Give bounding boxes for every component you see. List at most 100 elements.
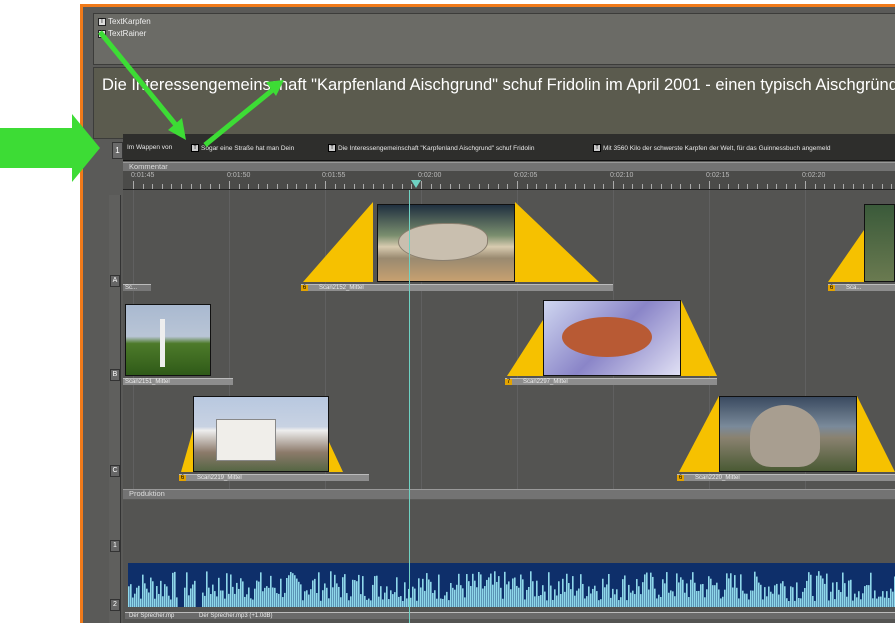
clip-bar[interactable]: Scan2151_Mittel [123,378,233,385]
fade-in-shape[interactable] [303,202,373,282]
fade-out-shape[interactable] [857,396,895,472]
waveform-bar [544,591,546,607]
waveform-bar [596,591,598,607]
waveform-bar [384,592,386,607]
ruler-tick [373,184,374,189]
waveform-bar [708,576,710,607]
waveform-bar [224,598,226,607]
waveform-bar [756,576,758,607]
waveform-bar [550,585,552,607]
waveform-bar [502,598,504,607]
clip-thumbnail-house[interactable] [193,396,329,472]
waveform-bar [812,595,814,607]
waveform-bar [876,598,878,607]
waveform-bar [638,586,640,607]
waveform-bar [676,573,678,607]
waveform-bar [528,586,530,607]
waveform-bar [634,594,636,607]
fade-in-shape[interactable] [828,230,864,282]
waveform-bar [496,581,498,607]
clip-bar[interactable]: 6 Scan2220_Mittel [677,474,895,481]
ruler-tick [593,184,595,189]
waveform-bar [216,596,218,607]
waveform-bar [560,594,562,607]
waveform-bar [346,593,348,607]
ruler-tick [632,184,634,189]
waveform-bar [512,578,514,607]
clip-thumbnail-carp-statue[interactable] [377,204,515,282]
ruler-tick [353,184,355,189]
clip-bar[interactable]: 7 Scan2297_Mittel [505,378,717,385]
waveform-bar [786,598,788,607]
text-icon: T [328,144,336,152]
playhead-marker-icon[interactable] [411,180,421,188]
waveform-bar [270,575,272,607]
waveform-bar [632,590,634,607]
ruler-tick [680,184,682,189]
waveform-bar [190,588,192,607]
clip-bar[interactable]: Sc... [123,284,151,291]
waveform-bar [594,585,596,607]
waveform-bar [760,584,762,607]
waveform-bar [406,598,408,607]
waveform-bar [332,587,334,607]
fade-in-shape[interactable] [181,430,193,472]
clip-bar[interactable]: 6 Scan2219_Mittel [179,474,369,481]
waveform-bar [154,598,156,607]
playhead-line[interactable] [409,190,410,623]
text-clip-label: Die Interessengemeinschaft "Karpfenland … [338,144,535,152]
waveform-bar [582,583,584,607]
audio-clip-bar[interactable]: Der Sprecher.mp Der Sprecher.mp3 (+1.0dB… [125,612,895,619]
fade-out-shape[interactable] [515,202,599,282]
clip-thumbnail-carp-sculpture[interactable] [719,396,857,472]
waveform-bar [426,573,428,607]
fade-out-shape[interactable] [329,442,343,472]
clip-thumbnail[interactable] [864,204,895,282]
clip-label: Scan2297_Mittel [523,379,568,385]
waveform-bar [694,582,696,607]
fade-out-shape[interactable] [681,300,717,376]
arrow-line-1 [98,30,182,132]
ruler-tick [497,184,499,189]
waveform-bar [716,582,718,607]
ruler-tick [555,184,557,189]
waveform-bar [678,582,680,607]
waveform-bar [606,584,608,607]
clip-thumbnail-carp-painting[interactable] [543,300,681,376]
waveform-bar [366,599,368,607]
waveform-bar [712,585,714,607]
waveform-bar [364,595,366,607]
waveform-bar [266,586,268,607]
waveform-bar [398,596,400,607]
fade-in-shape[interactable] [679,396,719,472]
text-clip[interactable]: T Mit 3560 Kilo der schwerste Karpfen de… [593,144,831,152]
section-produktion[interactable]: Produktion [123,489,895,499]
waveform-bar [304,591,306,607]
clip-bar[interactable]: 6 Scan2152_Mittel [301,284,613,291]
waveform-bar [882,591,884,607]
clip-bar[interactable]: 6 Sca... [828,284,895,291]
waveform-bar [600,599,602,607]
waveform-bar [746,593,748,607]
waveform-bar [802,591,804,607]
fade-in-shape[interactable] [507,320,543,376]
waveform-bar [326,587,328,607]
waveform-bar [626,600,628,607]
waveform-bar [730,573,732,607]
waveform-bar [192,584,194,607]
waveform-bar [210,594,212,607]
waveform-bar [250,598,252,607]
audio-waveform[interactable] [128,563,895,607]
waveform-bar [476,587,478,607]
waveform-bar [536,580,538,607]
text-clip[interactable]: T Die Interessengemeinschaft "Karpfenlan… [328,144,534,152]
waveform-bar [672,591,674,607]
waveform-bar [854,593,856,607]
waveform-bar [572,576,574,607]
waveform-bar [624,575,626,607]
clip-thumbnail-garden[interactable] [125,304,211,376]
waveform-bar [816,575,818,607]
ruler-tick [891,184,893,189]
waveform-bar [238,588,240,607]
waveform-bar [386,586,388,607]
